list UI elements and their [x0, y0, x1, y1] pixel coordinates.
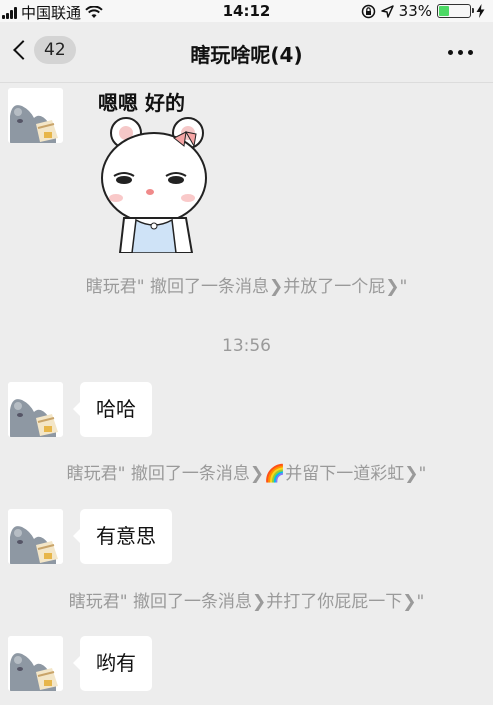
avatar-image: [8, 636, 63, 691]
status-bar: 中国联通 14:12 33%: [0, 0, 493, 22]
battery-fill: [439, 6, 449, 16]
message-bubble[interactable]: 哟有: [73, 636, 152, 691]
system-notice: 瞎玩君" 撤回了一条消息❯并打了你屁屁一下❯": [68, 592, 425, 612]
status-right: 33%: [361, 2, 485, 20]
more-dot-icon: [458, 50, 463, 55]
avatar-image: [8, 509, 63, 564]
avatar[interactable]: [8, 509, 63, 564]
bear-sticker[interactable]: 嗯嗯 好的: [96, 88, 221, 254]
message-timestamp: 13:56: [222, 336, 271, 356]
location-icon: [380, 4, 394, 18]
avatar[interactable]: [8, 382, 63, 437]
battery-icon: [437, 4, 474, 18]
orientation-lock-icon: [361, 4, 375, 18]
message-bubble[interactable]: 有意思: [73, 509, 172, 564]
battery-percent: 33%: [398, 2, 432, 20]
message-bubble[interactable]: 哈哈: [73, 382, 152, 437]
chat-title: 瞎玩啥呢(4): [190, 43, 303, 67]
avatar[interactable]: [8, 636, 63, 691]
more-dot-icon: [448, 50, 453, 55]
more-dot-icon: [468, 50, 473, 55]
chat-nav-bar: 42 瞎玩啥呢(4): [0, 22, 493, 83]
bear-sticker-image: 嗯嗯 好的: [98, 91, 207, 254]
more-options-button[interactable]: [448, 50, 473, 55]
avatar-image: [8, 88, 63, 143]
sticker-caption: 嗯嗯 好的: [98, 91, 185, 115]
avatar[interactable]: [8, 88, 63, 143]
avatar-image: [8, 382, 63, 437]
system-notice: 瞎玩君" 撤回了一条消息❯🌈并留下一道彩虹❯": [66, 464, 427, 484]
charging-icon: [476, 4, 485, 18]
system-notice: 瞎玩君" 撤回了一条消息❯并放了一个屁❯": [85, 277, 408, 297]
